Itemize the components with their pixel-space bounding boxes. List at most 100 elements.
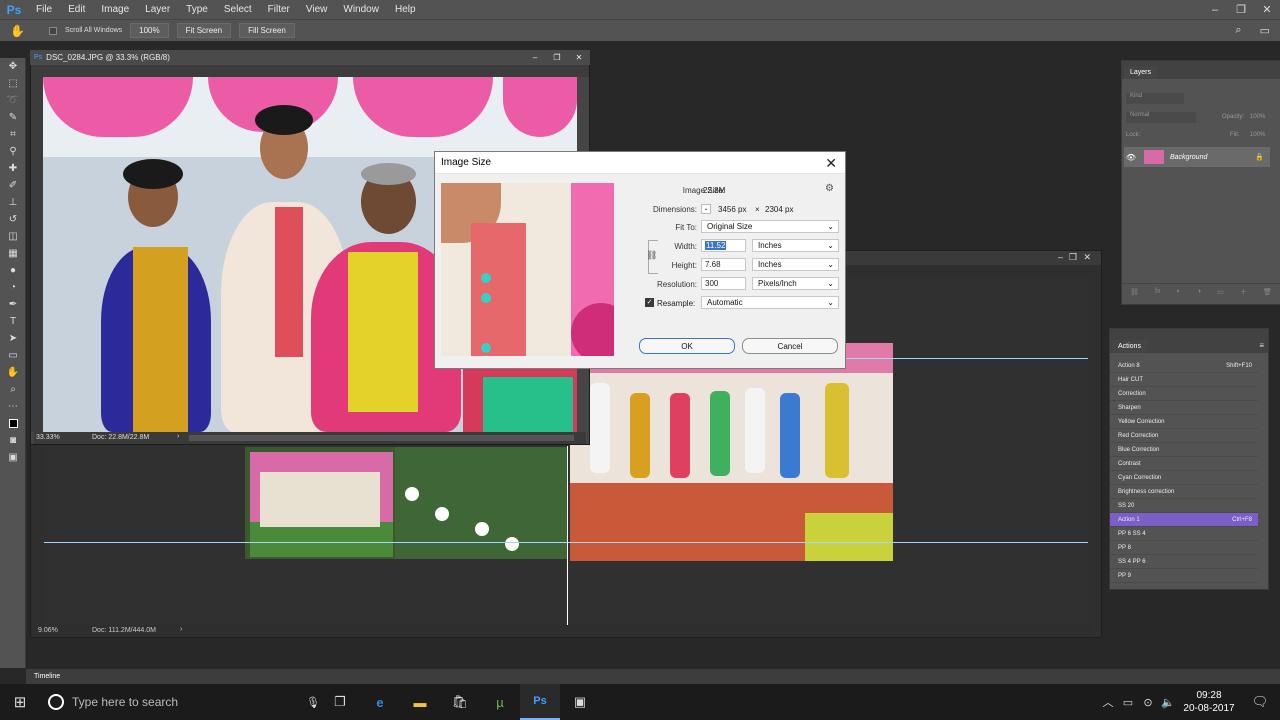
group-icon[interactable]: ▭	[1217, 288, 1224, 296]
marquee-tool-icon[interactable]: ⬚	[0, 75, 26, 92]
action-item[interactable]: PP 8	[1110, 541, 1258, 555]
timeline-tab[interactable]: Timeline	[28, 670, 67, 683]
photo-zoom-level[interactable]: 33.33%	[36, 434, 60, 441]
action-item[interactable]: Blue Correction	[1110, 443, 1258, 457]
dimensions-unit-dropdown[interactable]: ⌄	[701, 204, 711, 214]
action-item[interactable]: SS 20	[1110, 499, 1258, 513]
resample-select[interactable]: Automatic ⌄	[701, 296, 839, 309]
height-input[interactable]: 7.68	[701, 258, 746, 271]
layer-row-background[interactable]: 👁 Background 🔒	[1124, 147, 1270, 167]
eye-visibility-icon[interactable]: 👁	[1124, 153, 1138, 162]
taskbar-search-box[interactable]: Type here to search 🎙	[40, 684, 320, 720]
path-select-icon[interactable]: ➤	[0, 330, 26, 347]
zoom-100-button[interactable]: 100%	[130, 23, 169, 38]
fit-to-select[interactable]: Original Size ⌄	[701, 220, 839, 233]
width-unit-select[interactable]: Inches ⌄	[752, 239, 839, 252]
menu-select[interactable]: Select	[216, 4, 260, 15]
close-icon[interactable]: ✕	[1254, 3, 1280, 16]
photoshop-taskbar-icon[interactable]: Ps	[520, 684, 560, 720]
blur-tool-icon[interactable]: ●	[0, 262, 26, 279]
maximize-icon[interactable]: ❐	[1228, 3, 1254, 16]
eraser-tool-icon[interactable]: ◫	[0, 228, 26, 245]
action-item[interactable]: Hair CUT	[1110, 373, 1258, 387]
action-item[interactable]: Brightness correction	[1110, 485, 1258, 499]
quick-select-tool-icon[interactable]: ✎	[0, 109, 26, 126]
resolution-input[interactable]: 300	[701, 277, 746, 290]
history-brush-icon[interactable]: ↺	[0, 211, 26, 228]
fill-screen-button[interactable]: Fill Screen	[239, 23, 295, 38]
hand-tool-icon[interactable]: ✋	[0, 364, 26, 381]
search-icon[interactable]: ⌕	[1235, 24, 1241, 37]
fx-icon[interactable]: fx	[1155, 288, 1160, 295]
tray-battery-icon[interactable]: ▭	[1118, 696, 1138, 709]
layer-kind-filter[interactable]: Kind	[1126, 93, 1184, 104]
edge-browser-icon[interactable]: e	[360, 684, 400, 720]
clone-stamp-icon[interactable]: ⊥	[0, 194, 26, 211]
resample-checkbox[interactable]: ✓	[645, 298, 654, 307]
quick-mask-icon[interactable]: ◙	[0, 432, 26, 449]
action-item[interactable]: Red Correction	[1110, 429, 1258, 443]
healing-brush-icon[interactable]: ✚	[0, 160, 26, 177]
screen-mode-icon[interactable]: ▣	[0, 449, 26, 466]
collage-status-menu-icon[interactable]: ›	[180, 626, 182, 633]
fit-screen-button[interactable]: Fit Screen	[176, 23, 232, 38]
shape-tool-icon[interactable]: ▭	[0, 347, 26, 364]
dialog-preview-image[interactable]	[441, 183, 614, 356]
menu-window[interactable]: Window	[335, 4, 387, 15]
color-swatches-icon[interactable]	[0, 415, 26, 432]
link-chain-icon[interactable]: ⛓	[646, 250, 657, 261]
collage-minimize-icon[interactable]: –	[1058, 252, 1063, 262]
eyedropper-tool-icon[interactable]: ⚲	[0, 143, 26, 160]
scroll-all-checkbox[interactable]	[48, 26, 57, 35]
action-item[interactable]: Contrast	[1110, 457, 1258, 471]
collage-zoom-level[interactable]: 9.06%	[38, 627, 58, 634]
doc1-close-icon[interactable]: ✕	[568, 53, 590, 62]
taskbar-clock[interactable]: 09:28 20-08-2017	[1178, 689, 1240, 715]
action-item[interactable]: Action 8 Shift+F10	[1110, 359, 1258, 373]
task-view-icon[interactable]: ❐	[320, 684, 360, 720]
action-item[interactable]: Correction	[1110, 387, 1258, 401]
collage-close-icon[interactable]: ✕	[1083, 252, 1091, 263]
type-tool-icon[interactable]: T	[0, 313, 26, 330]
menu-help[interactable]: Help	[387, 4, 424, 15]
tray-volume-icon[interactable]: 🔈	[1158, 696, 1178, 709]
lasso-tool-icon[interactable]: ➰	[0, 92, 26, 109]
menu-file[interactable]: File	[28, 4, 60, 15]
guide-horizontal-bottom[interactable]	[44, 542, 1088, 543]
settings-gear-icon[interactable]: ⚙	[825, 183, 834, 194]
ok-button[interactable]: OK	[639, 338, 735, 354]
hand-tool-icon[interactable]: ✋	[10, 24, 25, 38]
app-window-icon[interactable]: ▣	[560, 684, 600, 720]
photo-scrollbar[interactable]	[189, 435, 574, 441]
gradient-tool-icon[interactable]: ▦	[0, 245, 26, 262]
notifications-icon[interactable]: 🗨	[1240, 684, 1280, 720]
blend-mode-select[interactable]: Normal	[1126, 112, 1196, 123]
action-item[interactable]: Cyan Correction	[1110, 471, 1258, 485]
action-item[interactable]: PP 6 SS 4	[1110, 527, 1258, 541]
tray-up-arrow-icon[interactable]: ︿	[1098, 694, 1118, 710]
height-unit-select[interactable]: Inches ⌄	[752, 258, 839, 271]
menu-edit[interactable]: Edit	[60, 4, 93, 15]
file-explorer-icon[interactable]: ▬	[400, 684, 440, 720]
fill-value[interactable]: 100%	[1250, 132, 1265, 138]
dialog-close-icon[interactable]: ✕	[825, 155, 837, 172]
pen-tool-icon[interactable]: ✒	[0, 296, 26, 313]
brush-tool-icon[interactable]: ✐	[0, 177, 26, 194]
more-tools-icon[interactable]: ⋯	[0, 398, 26, 415]
tray-network-icon[interactable]: ⊙	[1138, 696, 1158, 709]
opacity-value[interactable]: 100%	[1250, 114, 1265, 120]
layers-tab[interactable]: Layers	[1124, 66, 1158, 79]
menu-layer[interactable]: Layer	[137, 4, 178, 15]
photo-status-menu-icon[interactable]: ›	[177, 433, 179, 440]
zoom-tool-icon[interactable]: ⌕	[0, 381, 26, 398]
menu-image[interactable]: Image	[93, 4, 137, 15]
utorrent-icon[interactable]: µ	[480, 684, 520, 720]
move-tool-icon[interactable]: ✥	[0, 58, 26, 75]
action-item[interactable]: Sharpen	[1110, 401, 1258, 415]
width-input[interactable]: 11.52	[701, 239, 746, 252]
adjustment-icon[interactable]: ◑	[1197, 288, 1201, 295]
action-item[interactable]: PP 9	[1110, 569, 1258, 583]
doc1-maximize-icon[interactable]: ❐	[546, 53, 568, 62]
new-layer-icon[interactable]: ＋	[1240, 287, 1247, 297]
crop-tool-icon[interactable]: ⌗	[0, 126, 26, 143]
